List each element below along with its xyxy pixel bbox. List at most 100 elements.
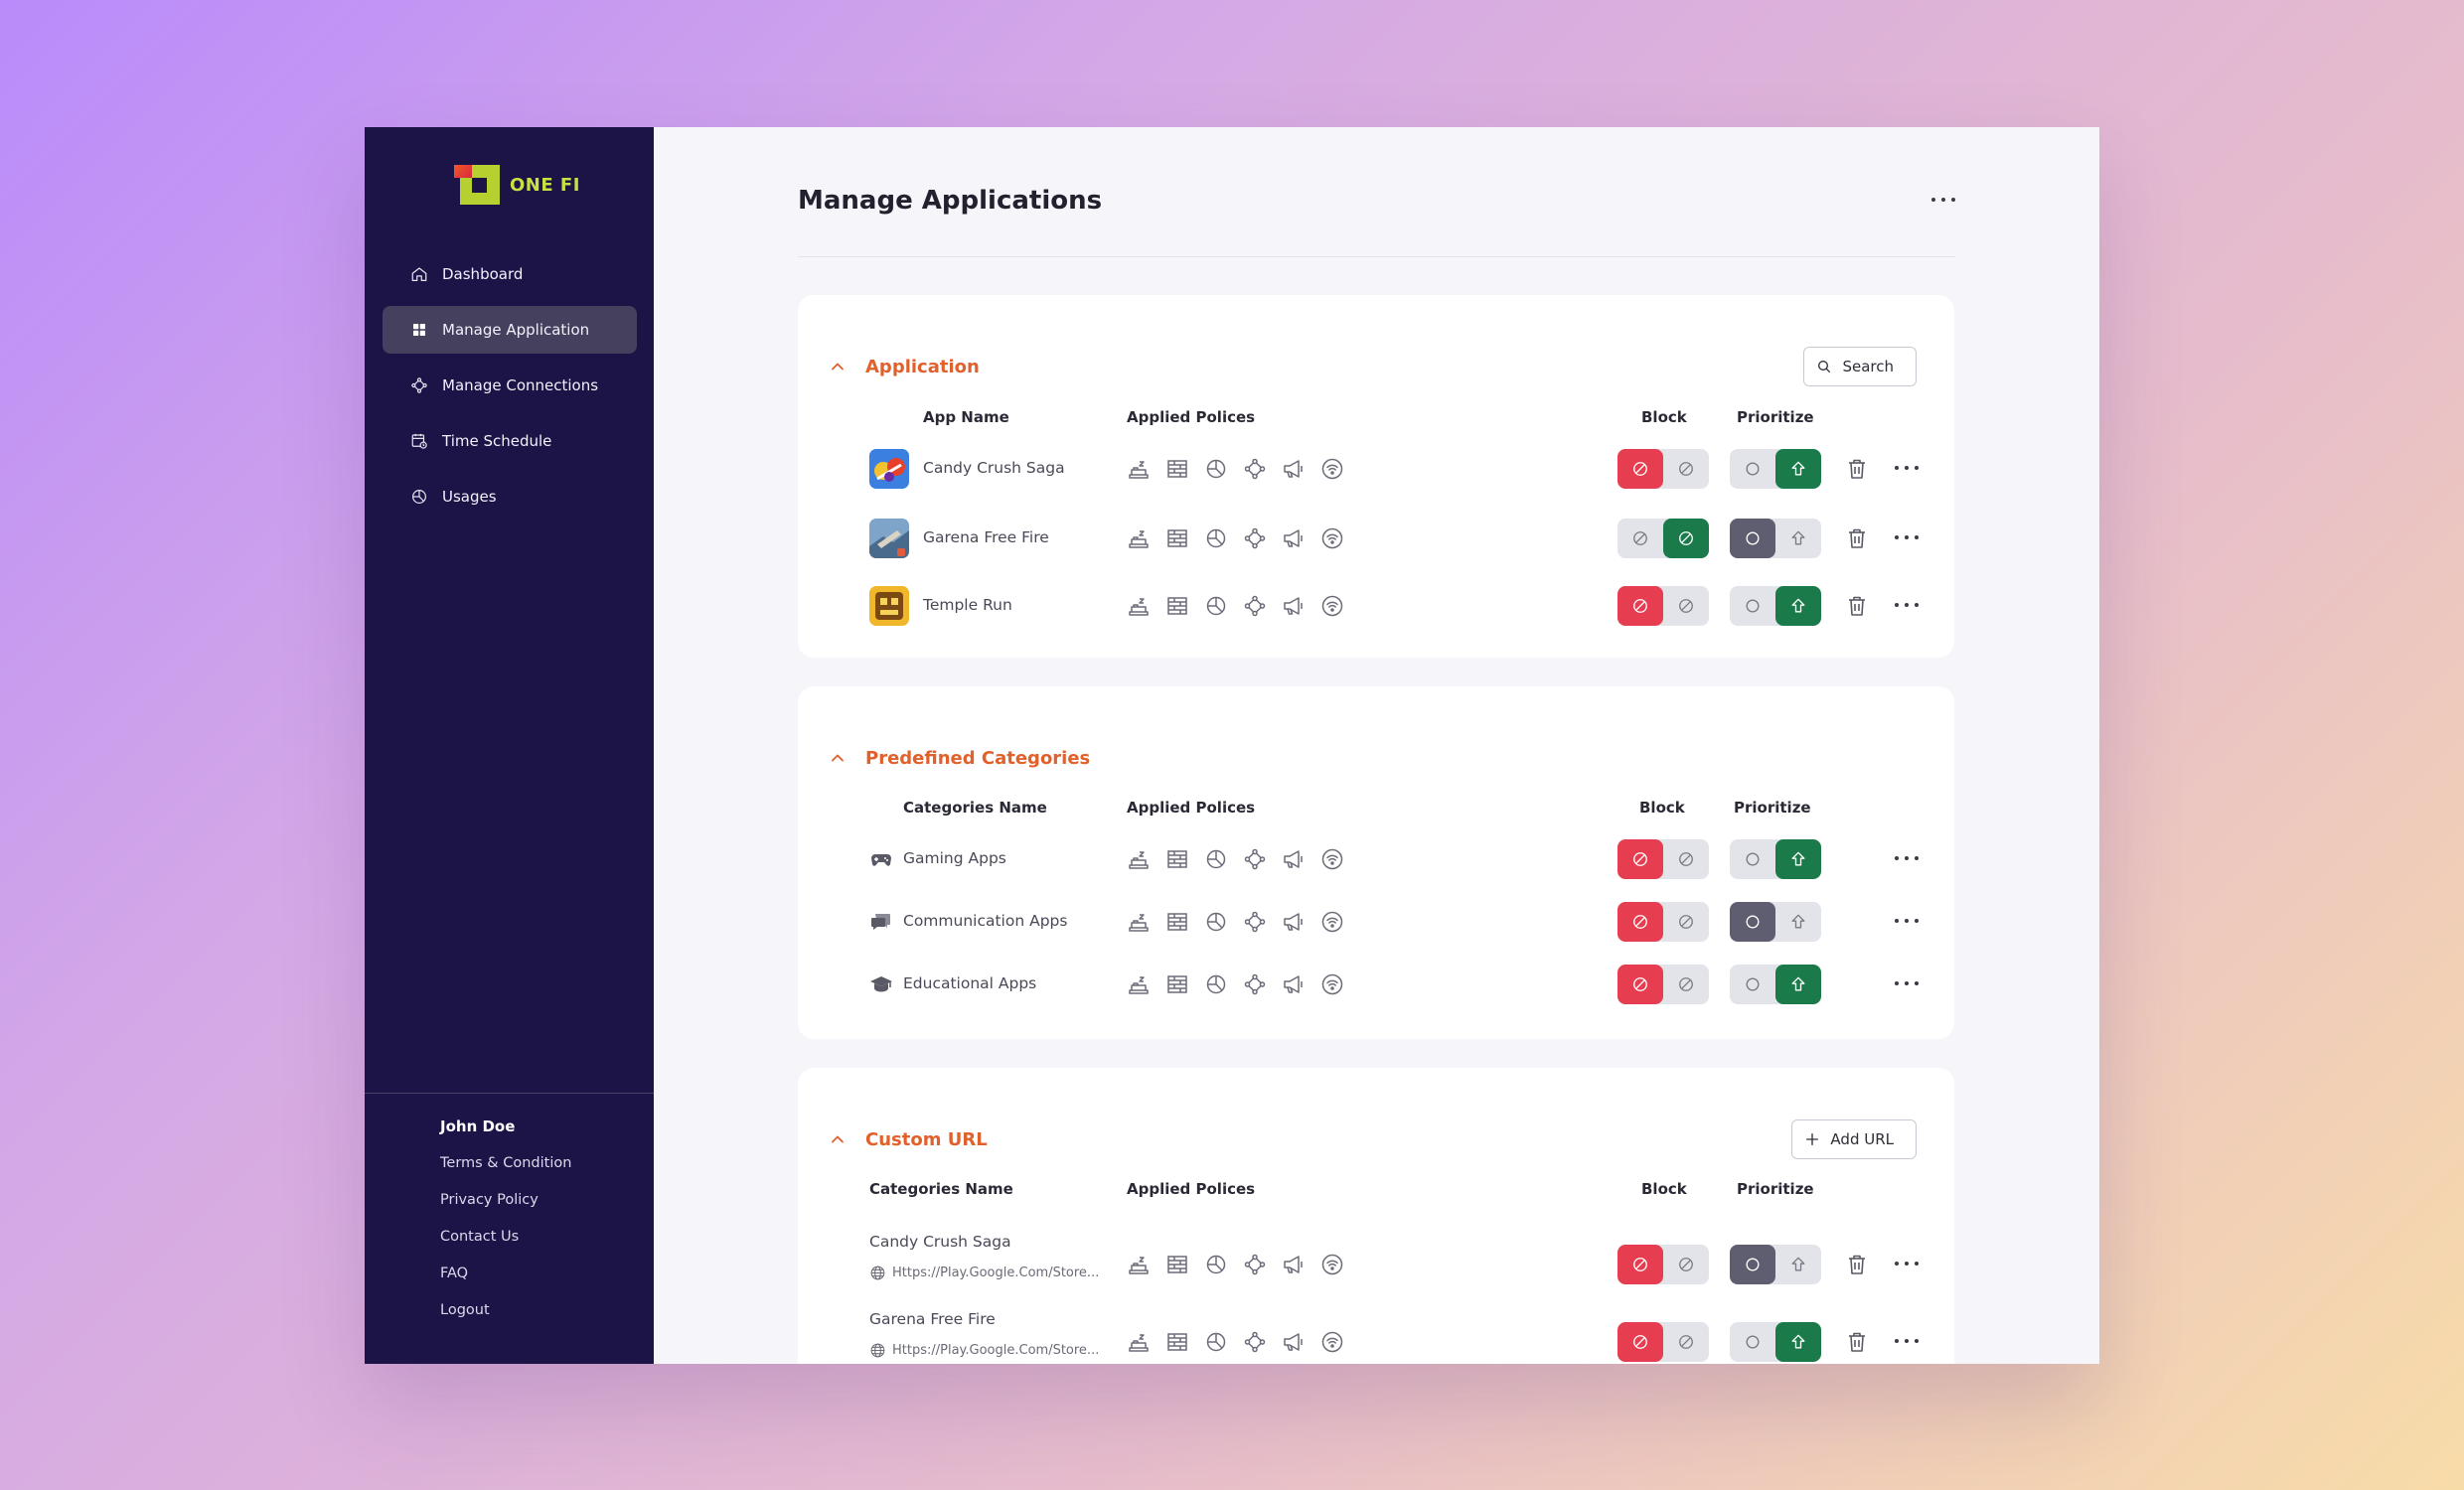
row-more-icon[interactable] xyxy=(1895,461,1919,475)
megaphone-icon[interactable] xyxy=(1282,972,1306,996)
wifi-icon[interactable] xyxy=(1320,972,1344,996)
connections-icon[interactable] xyxy=(1243,457,1267,481)
prioritize-off-button[interactable] xyxy=(1730,839,1775,879)
pie-chart-icon[interactable] xyxy=(1204,972,1228,996)
pie-chart-icon[interactable] xyxy=(1204,910,1228,934)
contact-link[interactable]: Contact Us xyxy=(440,1229,571,1245)
wifi-icon[interactable] xyxy=(1320,457,1344,481)
prioritize-off-button[interactable] xyxy=(1730,519,1775,558)
page-more-icon[interactable] xyxy=(1931,193,1955,207)
firewall-icon[interactable] xyxy=(1165,526,1189,550)
block-on-button[interactable] xyxy=(1617,519,1663,558)
wifi-icon[interactable] xyxy=(1320,847,1344,871)
pie-chart-icon[interactable] xyxy=(1204,457,1228,481)
search-button[interactable]: Search xyxy=(1803,347,1917,386)
row-more-icon[interactable] xyxy=(1895,1257,1919,1270)
connections-icon[interactable] xyxy=(1243,526,1267,550)
block-on-button[interactable] xyxy=(1617,449,1663,489)
block-off-button[interactable] xyxy=(1663,902,1709,942)
prioritize-off-button[interactable] xyxy=(1730,1322,1775,1362)
block-on-button[interactable] xyxy=(1617,1245,1663,1284)
sleep-icon[interactable] xyxy=(1127,526,1151,550)
prioritize-off-button[interactable] xyxy=(1730,586,1775,626)
megaphone-icon[interactable] xyxy=(1282,910,1306,934)
sleep-icon[interactable] xyxy=(1127,594,1151,618)
logout-link[interactable]: Logout xyxy=(440,1302,571,1318)
add-url-button[interactable]: Add URL xyxy=(1791,1119,1917,1159)
sleep-icon[interactable] xyxy=(1127,910,1151,934)
sleep-icon[interactable] xyxy=(1127,457,1151,481)
sleep-icon[interactable] xyxy=(1127,1253,1151,1276)
user-name[interactable]: John Doe xyxy=(440,1118,571,1135)
wifi-icon[interactable] xyxy=(1320,594,1344,618)
megaphone-icon[interactable] xyxy=(1282,526,1306,550)
brand-logo[interactable]: ONE FI xyxy=(454,165,580,205)
prioritize-on-button[interactable] xyxy=(1775,1322,1821,1362)
prioritize-on-button[interactable] xyxy=(1775,519,1821,558)
row-more-icon[interactable] xyxy=(1895,976,1919,990)
terms-link[interactable]: Terms & Condition xyxy=(440,1155,571,1171)
firewall-icon[interactable] xyxy=(1165,972,1189,996)
chevron-up-icon[interactable] xyxy=(830,359,846,374)
prioritize-on-button[interactable] xyxy=(1775,449,1821,489)
wifi-icon[interactable] xyxy=(1320,1330,1344,1354)
block-off-button[interactable] xyxy=(1663,519,1709,558)
prioritize-on-button[interactable] xyxy=(1775,839,1821,879)
connections-icon[interactable] xyxy=(1243,1253,1267,1276)
firewall-icon[interactable] xyxy=(1165,910,1189,934)
trash-icon[interactable] xyxy=(1845,457,1869,481)
prioritize-off-button[interactable] xyxy=(1730,965,1775,1004)
wifi-icon[interactable] xyxy=(1320,1253,1344,1276)
row-more-icon[interactable] xyxy=(1895,598,1919,612)
block-on-button[interactable] xyxy=(1617,965,1663,1004)
wifi-icon[interactable] xyxy=(1320,910,1344,934)
connections-icon[interactable] xyxy=(1243,910,1267,934)
block-on-button[interactable] xyxy=(1617,586,1663,626)
prioritize-on-button[interactable] xyxy=(1775,1245,1821,1284)
megaphone-icon[interactable] xyxy=(1282,594,1306,618)
prioritize-off-button[interactable] xyxy=(1730,1245,1775,1284)
pie-chart-icon[interactable] xyxy=(1204,594,1228,618)
pie-chart-icon[interactable] xyxy=(1204,1253,1228,1276)
pie-chart-icon[interactable] xyxy=(1204,526,1228,550)
sleep-icon[interactable] xyxy=(1127,972,1151,996)
row-more-icon[interactable] xyxy=(1895,1334,1919,1348)
block-off-button[interactable] xyxy=(1663,586,1709,626)
megaphone-icon[interactable] xyxy=(1282,1253,1306,1276)
connections-icon[interactable] xyxy=(1243,1330,1267,1354)
block-on-button[interactable] xyxy=(1617,902,1663,942)
privacy-link[interactable]: Privacy Policy xyxy=(440,1192,571,1208)
connections-icon[interactable] xyxy=(1243,847,1267,871)
sidebar-item-time-schedule[interactable]: Time Schedule xyxy=(383,417,637,465)
megaphone-icon[interactable] xyxy=(1282,457,1306,481)
trash-icon[interactable] xyxy=(1845,1330,1869,1354)
trash-icon[interactable] xyxy=(1845,526,1869,550)
block-off-button[interactable] xyxy=(1663,449,1709,489)
firewall-icon[interactable] xyxy=(1165,1253,1189,1276)
block-off-button[interactable] xyxy=(1663,839,1709,879)
sidebar-item-manage-connections[interactable]: Manage Connections xyxy=(383,362,637,409)
block-on-button[interactable] xyxy=(1617,1322,1663,1362)
firewall-icon[interactable] xyxy=(1165,457,1189,481)
pie-chart-icon[interactable] xyxy=(1204,847,1228,871)
prioritize-on-button[interactable] xyxy=(1775,902,1821,942)
sleep-icon[interactable] xyxy=(1127,847,1151,871)
megaphone-icon[interactable] xyxy=(1282,847,1306,871)
row-more-icon[interactable] xyxy=(1895,530,1919,544)
prioritize-off-button[interactable] xyxy=(1730,449,1775,489)
prioritize-on-button[interactable] xyxy=(1775,586,1821,626)
trash-icon[interactable] xyxy=(1845,1253,1869,1276)
sidebar-item-usages[interactable]: Usages xyxy=(383,473,637,521)
row-more-icon[interactable] xyxy=(1895,914,1919,928)
pie-chart-icon[interactable] xyxy=(1204,1330,1228,1354)
sidebar-item-manage-application[interactable]: Manage Application xyxy=(383,306,637,354)
prioritize-on-button[interactable] xyxy=(1775,965,1821,1004)
block-off-button[interactable] xyxy=(1663,1322,1709,1362)
sidebar-item-dashboard[interactable]: Dashboard xyxy=(383,250,637,298)
url-entry-link[interactable]: Https://Play.Google.Com/Store... xyxy=(869,1342,1099,1359)
block-off-button[interactable] xyxy=(1663,965,1709,1004)
chevron-up-icon[interactable] xyxy=(830,1131,846,1147)
faq-link[interactable]: FAQ xyxy=(440,1266,571,1281)
row-more-icon[interactable] xyxy=(1895,851,1919,865)
url-entry-link[interactable]: Https://Play.Google.Com/Store... xyxy=(869,1265,1099,1281)
